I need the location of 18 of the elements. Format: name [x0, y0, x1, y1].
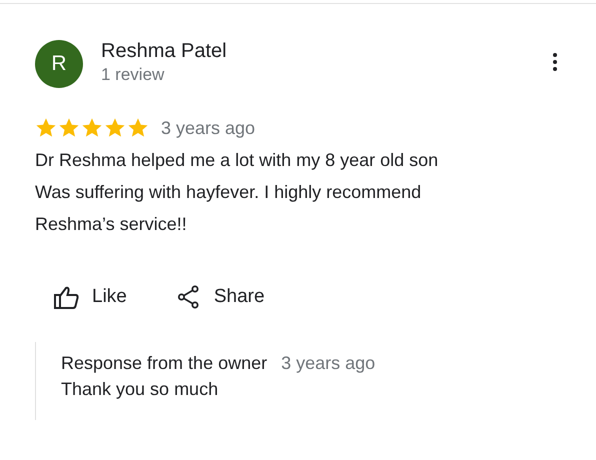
- star-icon: [35, 117, 57, 139]
- share-button[interactable]: Share: [168, 279, 273, 315]
- like-button[interactable]: Like: [46, 279, 135, 315]
- thumbs-up-icon: [54, 286, 79, 308]
- star-icon: [81, 117, 103, 139]
- review-text: Dr Reshma helped me a lot with my 8 year old son Was suffering with hayfever. I highly recommend Reshma’s service!!: [35, 149, 440, 236]
- reviewer-name[interactable]: Reshma Patel: [101, 39, 553, 63]
- review-time: 3 years ago: [161, 118, 256, 138]
- response-title: Response from the owner: [61, 353, 268, 374]
- star-icon: [58, 117, 80, 139]
- review-count: 1 review: [101, 64, 166, 86]
- more-options-icon[interactable]: [553, 53, 557, 71]
- share-icon: [176, 285, 201, 309]
- star-icon: [127, 117, 149, 139]
- response-text: Thank you so much: [61, 378, 220, 401]
- response-time: 3 years ago: [281, 353, 376, 374]
- avatar: R: [35, 40, 83, 88]
- star-icon: [104, 117, 126, 139]
